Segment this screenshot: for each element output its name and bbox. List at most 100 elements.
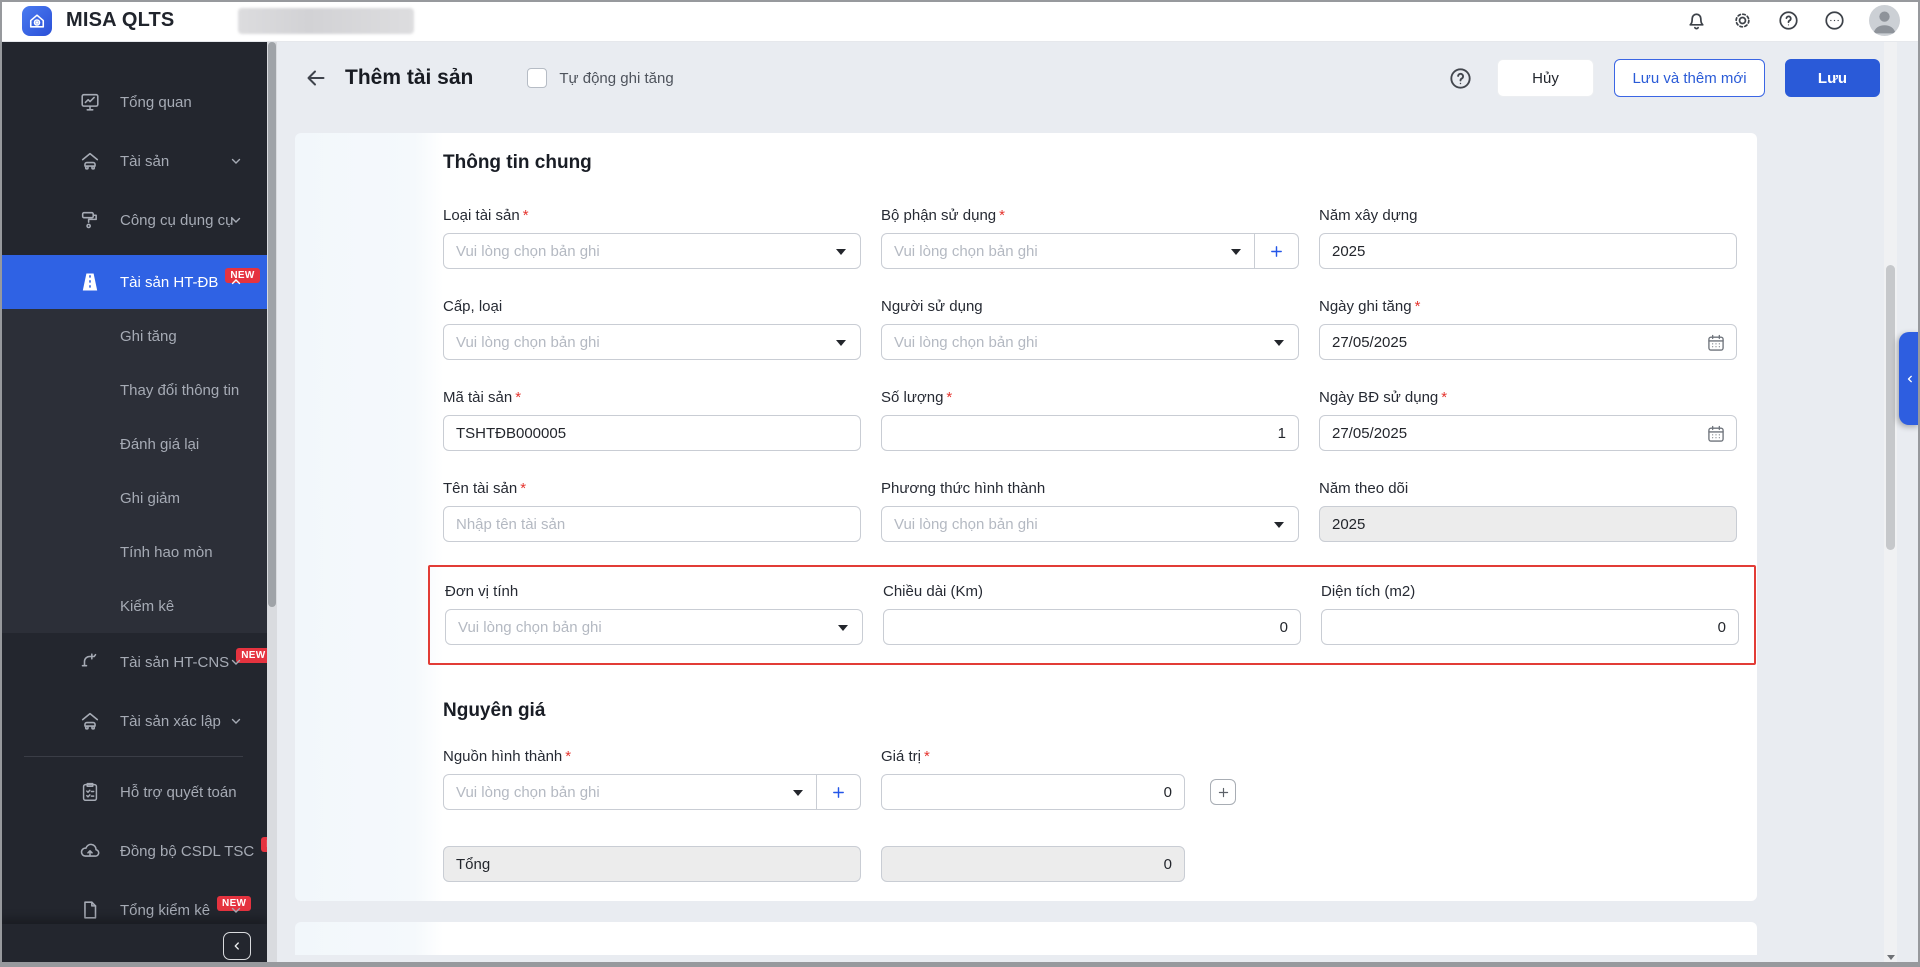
sidebar-item-tinh-hao-mon[interactable]: Tính hao mòn <box>0 525 267 579</box>
content-header: Thêm tài sản Tự động ghi tăng Hủy Lưu và… <box>277 46 1920 110</box>
scroll-down-arrow-icon[interactable] <box>1887 955 1895 960</box>
gia-tri-input[interactable]: 0 <box>881 774 1185 810</box>
add-record-plus-icon[interactable] <box>1266 241 1287 262</box>
sidebar-item-label: Hỗ trợ quyết toán <box>120 784 237 801</box>
required-marker: * <box>924 748 930 765</box>
save-and-new-button[interactable]: Lưu và thêm mới <box>1614 59 1765 97</box>
sidebar-item-label: Tài sản HT-ĐB <box>120 274 218 291</box>
sidebar-item-tong-quan[interactable]: Tổng quan <box>0 78 267 126</box>
sidebar-submenu: Ghi tăng Thay đổi thông tin Đánh giá lại… <box>0 309 267 633</box>
nam-xay-dung-input[interactable]: 2025 <box>1319 233 1737 269</box>
sidebar-item-dong-bo-csdl-tsc[interactable]: Đồng bộ CSDL TSC NEW <box>0 827 267 875</box>
loai-tai-san-select[interactable]: Vui lòng chọn bản ghi <box>443 233 861 269</box>
sidebar-scrollbar[interactable] <box>267 42 277 967</box>
more-options-icon[interactable] <box>1823 9 1846 32</box>
sidebar-scrollbar-thumb[interactable] <box>268 42 276 607</box>
redacted-organization-name <box>238 8 414 34</box>
sidebar-item-tai-san-xac-lap[interactable]: Tài sản xác lập <box>0 697 267 745</box>
ngay-bd-su-dung-date-input[interactable]: 27/05/2025 <box>1319 415 1737 451</box>
dien-tich-input[interactable]: 0 <box>1321 609 1739 645</box>
required-marker: * <box>1441 389 1447 406</box>
ten-tai-san-input[interactable]: Nhập tên tài sản <box>443 506 861 542</box>
help-icon[interactable] <box>1777 9 1800 32</box>
caret-down-icon <box>836 249 846 255</box>
section-title-cost: Nguyên giá <box>443 698 1737 724</box>
auto-ghi-tang-checkbox[interactable] <box>527 68 547 88</box>
field-label: Bộ phận sử dụng* <box>881 207 1299 225</box>
nguoi-su-dung-select[interactable]: Vui lòng chọn bản ghi <box>881 324 1299 360</box>
sidebar-item-ghi-tang[interactable]: Ghi tăng <box>0 309 267 363</box>
divider <box>1254 234 1255 268</box>
sidebar-item-ho-tro-quyet-toan[interactable]: Hỗ trợ quyết toán <box>0 768 267 816</box>
phuong-thuc-hinh-thanh-select[interactable]: Vui lòng chọn bản ghi <box>881 506 1299 542</box>
divider <box>816 775 817 809</box>
caret-down-icon <box>836 340 846 346</box>
required-marker: * <box>515 389 521 406</box>
field-label: Diện tích (m2) <box>1321 583 1739 601</box>
cap-loai-select[interactable]: Vui lòng chọn bản ghi <box>443 324 861 360</box>
sidebar-item-thay-doi-thong-tin[interactable]: Thay đổi thông tin <box>0 363 267 417</box>
asset-house-icon <box>78 149 102 173</box>
bo-phan-su-dung-select[interactable]: Vui lòng chọn bản ghi <box>881 233 1299 269</box>
ma-tai-san-input[interactable]: TSHTĐB000005 <box>443 415 861 451</box>
sidebar-item-label: Tài sản xác lập <box>120 713 221 730</box>
sidebar-item-label: Tài sản <box>120 153 169 170</box>
back-arrow-icon[interactable] <box>304 66 328 90</box>
next-section-card <box>295 922 1757 955</box>
don-vi-tinh-select[interactable]: Vui lòng chọn bản ghi <box>445 609 863 645</box>
cloud-sync-icon <box>78 839 102 863</box>
content-scrollbar-thumb[interactable] <box>1886 265 1895 550</box>
ngay-ghi-tang-date-input[interactable]: 27/05/2025 <box>1319 324 1737 360</box>
add-cost-row-button[interactable] <box>1210 779 1236 805</box>
caret-down-icon <box>1274 340 1284 346</box>
save-button[interactable]: Lưu <box>1785 59 1880 97</box>
road-icon <box>78 270 102 294</box>
app-logo-icon <box>22 6 52 36</box>
chieu-dai-input[interactable]: 0 <box>883 609 1301 645</box>
settings-gear-icon[interactable] <box>1731 9 1754 32</box>
cancel-button[interactable]: Hủy <box>1497 59 1594 97</box>
file-icon <box>78 898 102 922</box>
calendar-icon[interactable] <box>1706 333 1726 353</box>
sidebar-item-label: Tài sản HT-CNS <box>120 654 229 671</box>
form-help-icon[interactable] <box>1448 66 1473 91</box>
chevron-down-icon <box>229 714 243 728</box>
sidebar-item-danh-gia-lai[interactable]: Đánh giá lại <box>0 417 267 471</box>
sidebar-item-label: Đồng bộ CSDL TSC <box>120 843 254 860</box>
nguon-hinh-thanh-select[interactable]: Vui lòng chọn bản ghi <box>443 774 861 810</box>
field-label: Ngày ghi tăng* <box>1319 298 1737 316</box>
sidebar-item-cong-cu-dung-cu[interactable]: Công cụ dụng cụ <box>0 196 267 244</box>
section-title-general: Thông tin chung <box>443 150 1737 176</box>
caret-down-icon <box>793 790 803 796</box>
caret-down-icon <box>1274 522 1284 528</box>
sidebar-item-label: Tổng quan <box>120 94 192 111</box>
sidebar-item-label: Tổng kiểm kê <box>120 902 210 919</box>
field-label: Năm xây dựng <box>1319 207 1737 225</box>
tong-gia-tri-field: 0 <box>881 846 1185 882</box>
chevron-up-icon <box>229 275 243 289</box>
sidebar-item-tai-san-ht-cns[interactable]: Tài sản HT-CNS NEW <box>0 638 267 686</box>
so-luong-input[interactable]: 1 <box>881 415 1299 451</box>
asset-house-icon <box>78 709 102 733</box>
field-label: Giá trị* <box>881 748 1299 766</box>
sidebar-item-ghi-giam[interactable]: Ghi giảm <box>0 471 267 525</box>
field-label: Cấp, loại <box>443 298 861 316</box>
sidebar-item-tai-san[interactable]: Tài sản <box>0 137 267 185</box>
add-record-plus-icon[interactable] <box>828 782 849 803</box>
nam-theo-doi-input: 2025 <box>1319 506 1737 542</box>
sidebar-collapse-button[interactable] <box>223 932 251 960</box>
required-marker: * <box>565 748 571 765</box>
required-marker: * <box>520 480 526 497</box>
side-panel-toggle-tab[interactable] <box>1899 332 1920 425</box>
calendar-icon[interactable] <box>1706 424 1726 444</box>
dashboard-icon <box>78 90 102 114</box>
field-label: Mã tài sản* <box>443 389 861 407</box>
sidebar-item-kiem-ke[interactable]: Kiểm kê <box>0 579 267 633</box>
field-label: Chiều dài (Km) <box>883 583 1301 601</box>
tong-label-field: Tổng <box>443 846 861 882</box>
caret-down-icon <box>1231 249 1241 255</box>
sidebar-item-tai-san-ht-db[interactable]: Tài sản HT-ĐB NEW <box>0 255 267 309</box>
user-avatar[interactable] <box>1869 5 1900 36</box>
content-scrollbar[interactable] <box>1884 42 1897 967</box>
notifications-bell-icon[interactable] <box>1685 9 1708 32</box>
